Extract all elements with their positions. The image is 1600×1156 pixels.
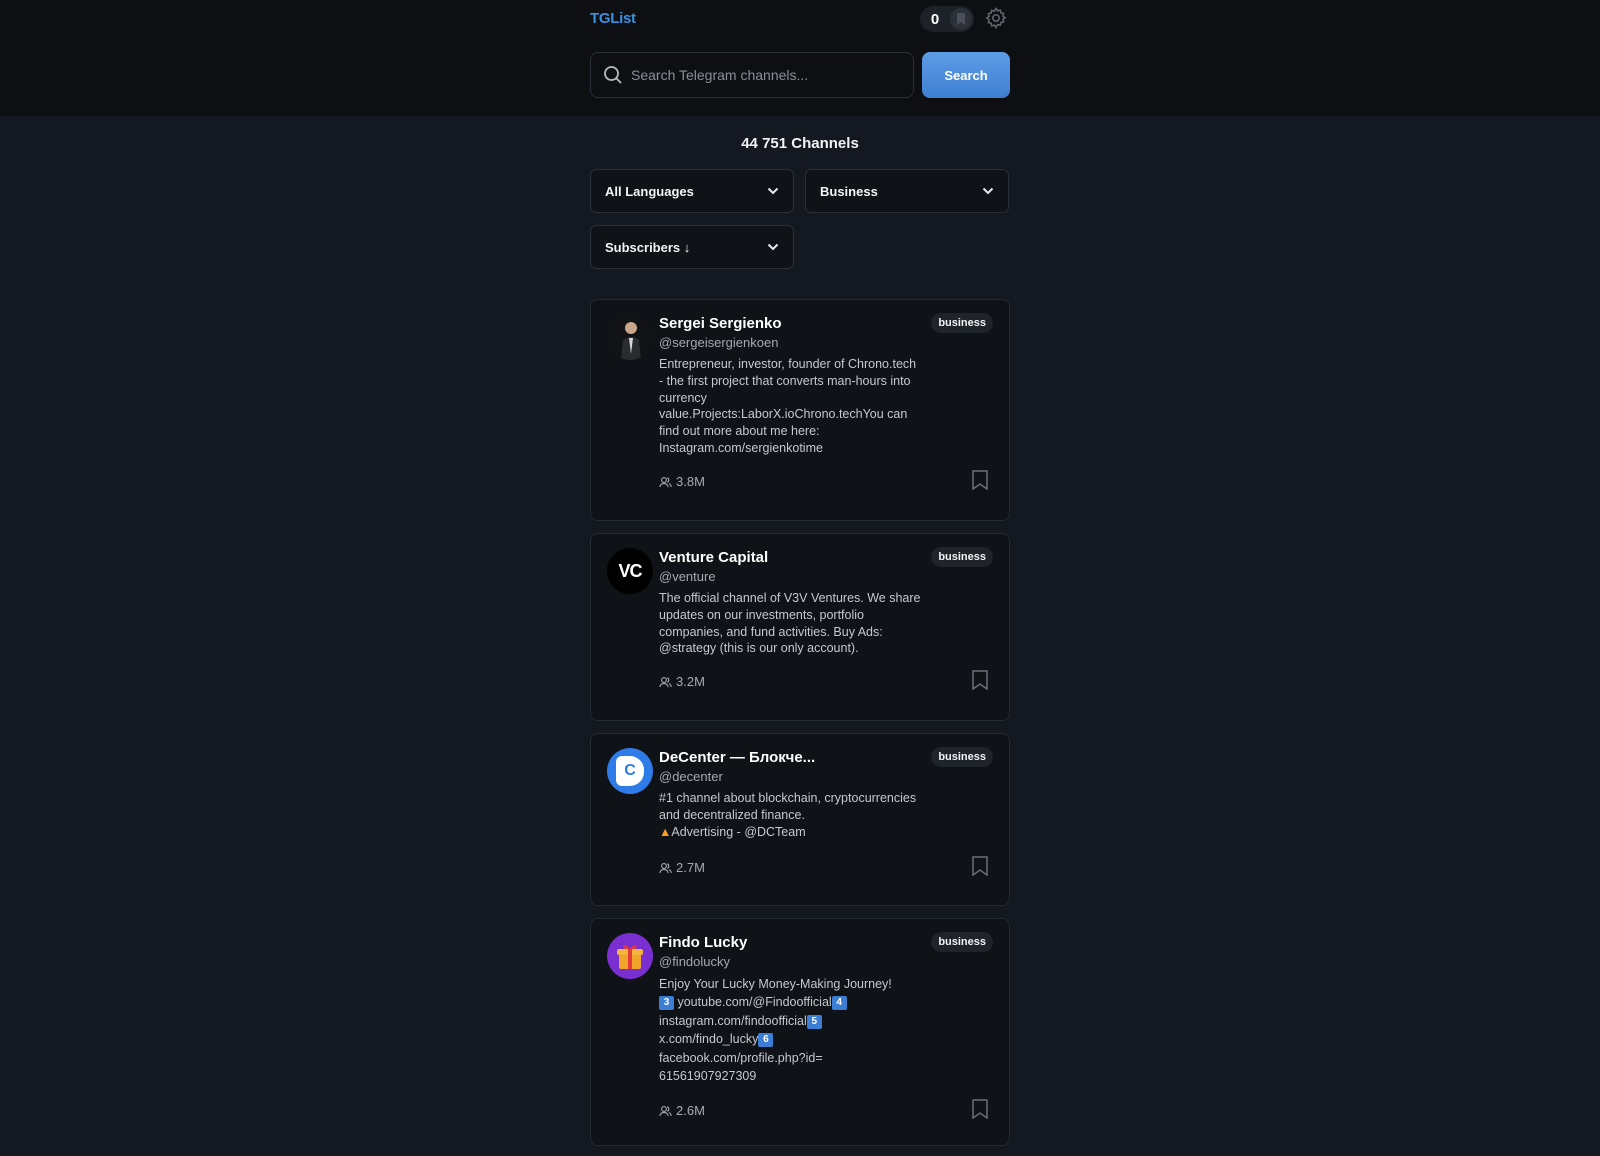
fire-emoji-icon: ▲ [659, 824, 672, 839]
bookmark-icon[interactable] [971, 856, 989, 876]
description-line: Enjoy Your Lucky Money-Making Journey! [659, 977, 892, 991]
bookmark-icon[interactable] [971, 470, 989, 490]
avatar [607, 933, 653, 979]
bookmark-icon [950, 8, 972, 30]
channel-title[interactable]: Venture Capital [659, 549, 768, 566]
sort-select-value: Subscribers ↓ [605, 239, 691, 255]
link-text[interactable]: instagram.com/findoofficial [659, 1014, 807, 1028]
avatar: C [607, 748, 653, 794]
bookmark-icon[interactable] [971, 670, 989, 690]
category-select[interactable]: Business [805, 169, 1009, 213]
avatar: VC [607, 548, 653, 594]
keycap-badge: 4 [831, 996, 847, 1011]
keycap-badge: 5 [806, 1014, 822, 1029]
channel-card[interactable]: C DeCenter — Блокче... @decenter #1 chan… [590, 733, 1010, 906]
category-badge: business [931, 932, 993, 952]
keycap-badge: 6 [758, 1033, 774, 1048]
subscriber-count: 3.2M [659, 674, 705, 689]
users-icon [659, 1105, 672, 1116]
channel-handle[interactable]: @decenter [659, 769, 723, 784]
description-line: instagram.com/findoofficial 5 [659, 1012, 929, 1030]
channel-title[interactable]: Findo Lucky [659, 934, 747, 951]
category-badge: business [931, 313, 993, 333]
search-input[interactable] [631, 67, 913, 83]
bookmark-icon[interactable] [971, 1099, 989, 1119]
link-text[interactable]: x.com/findo_lucky [659, 1032, 758, 1046]
chevron-down-icon [982, 187, 994, 195]
link-text[interactable]: youtube.com/@Findoofficial [677, 995, 831, 1009]
channel-card[interactable]: Findo Lucky @findolucky Enjoy Your Lucky… [590, 918, 1010, 1146]
channel-description: #1 channel about blockchain, cryptocurre… [659, 790, 929, 840]
avatar [607, 314, 653, 360]
language-select-value: All Languages [605, 183, 694, 199]
users-icon [659, 676, 672, 687]
description-line: 3 youtube.com/@Findoofficial 4 [659, 993, 929, 1011]
chevron-down-icon [767, 243, 779, 251]
subscriber-count-value: 2.6M [676, 1103, 705, 1118]
gift-icon [617, 945, 643, 969]
settings-gear-icon[interactable] [984, 6, 1008, 30]
description-line: Advertising - @DCTeam [671, 824, 806, 839]
users-icon [659, 862, 672, 873]
channel-description: The official channel of V3V Ventures. We… [659, 591, 921, 656]
channel-description: Entrepreneur, investor, founder of Chron… [659, 357, 917, 455]
chevron-down-icon [767, 187, 779, 195]
sort-select[interactable]: Subscribers ↓ [590, 225, 794, 269]
channel-title[interactable]: DeCenter — Блокче... [659, 749, 815, 766]
channel-title[interactable]: Sergei Sergienko [659, 315, 782, 332]
channel-description: Enjoy Your Lucky Money-Making Journey! 3… [659, 975, 929, 1085]
saved-count: 0 [930, 10, 940, 28]
avatar-logo: C [624, 762, 636, 779]
category-badge: business [931, 747, 993, 767]
subscriber-count: 3.8M [659, 474, 705, 489]
subscriber-count-value: 3.2M [676, 674, 705, 689]
search-button[interactable]: Search [922, 52, 1010, 98]
subscriber-count-value: 3.8M [676, 474, 705, 489]
users-icon [659, 476, 672, 487]
channel-card[interactable]: VC Venture Capital @venture The official… [590, 533, 1010, 721]
channel-card[interactable]: Sergei Sergienko @sergeisergienkoen Entr… [590, 299, 1010, 521]
avatar-logo: VC [618, 560, 642, 581]
search-icon [604, 66, 622, 84]
channel-handle[interactable]: @findolucky [659, 954, 730, 969]
channel-handle[interactable]: @sergeisergienkoen [659, 335, 778, 350]
subscriber-count-value: 2.7M [676, 860, 705, 875]
brand-logo[interactable]: TGList [590, 10, 636, 27]
search-box [590, 52, 914, 98]
link-text[interactable]: facebook.com/profile.php?id=615619079273… [659, 1051, 823, 1083]
saved-counter[interactable]: 0 [920, 6, 974, 32]
category-badge: business [931, 547, 993, 567]
channel-count: 44 751 Channels [741, 135, 859, 152]
keycap-badge: 3 [659, 996, 674, 1011]
description-line: facebook.com/profile.php?id=615619079273… [659, 1049, 829, 1086]
language-select[interactable]: All Languages [590, 169, 794, 213]
channel-handle[interactable]: @venture [659, 569, 716, 584]
subscriber-count: 2.7M [659, 860, 705, 875]
description-line: x.com/findo_lucky 6 [659, 1030, 929, 1048]
category-select-value: Business [820, 183, 878, 199]
description-line: #1 channel about blockchain, cryptocurre… [659, 791, 917, 822]
subscriber-count: 2.6M [659, 1103, 705, 1118]
